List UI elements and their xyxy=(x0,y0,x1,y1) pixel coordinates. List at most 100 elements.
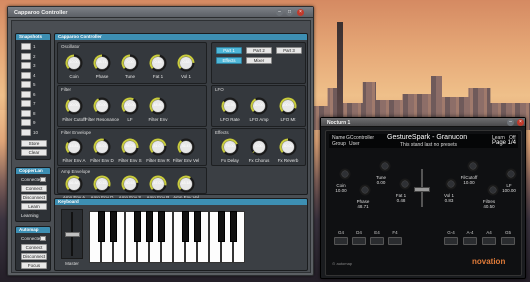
knob-amp-env-s[interactable]: 80.63Amp Env S xyxy=(119,174,141,200)
knob-fx-delay[interactable]: 75.00 Fx Delay xyxy=(220,137,240,163)
knob-lf[interactable]: 100.00 LF xyxy=(120,96,140,122)
nocturn-button[interactable] xyxy=(482,237,496,245)
knob-value: 100.00 xyxy=(282,103,294,107)
group-value: User xyxy=(349,141,360,147)
close-icon[interactable]: × xyxy=(297,9,304,16)
lfo-section: LFO 22.39 LFO Rate 10.00 LFO Amp 100.00 LFO M… xyxy=(211,85,306,127)
mixer-button[interactable]: Mixer xyxy=(246,57,272,64)
knob-filter-env[interactable]: 48.80 Filter Env xyxy=(148,96,168,122)
store-button[interactable]: Store xyxy=(21,140,47,147)
snapshot-button[interactable] xyxy=(21,71,31,79)
nocturn-titlebar[interactable]: Nocturn 1 – × xyxy=(321,118,525,127)
snapshot-number: 2 xyxy=(33,53,36,59)
nocturn-button[interactable] xyxy=(444,237,458,245)
knob-filter-env-r[interactable]: 81.07 Filter Env R xyxy=(146,137,170,163)
black-key[interactable] xyxy=(229,211,237,242)
nocturn-knob[interactable] xyxy=(378,159,392,173)
nocturn-button[interactable] xyxy=(334,237,348,245)
black-key[interactable] xyxy=(157,211,165,242)
snapshots-panel: Snapshots 1 2 3 4 5 6 7 8 9 10 Store Clear xyxy=(15,33,51,160)
knob-fx-reverb[interactable]: 50.00 Fx Reverb xyxy=(278,137,298,163)
knob-tune[interactable]: 0.00 Tune xyxy=(120,53,140,79)
knob-fx-chorus[interactable]: 0.00 Fx Chorus xyxy=(249,137,269,163)
black-key[interactable] xyxy=(97,211,105,242)
snapshot-button[interactable] xyxy=(21,90,31,98)
nocturn-button[interactable] xyxy=(352,237,366,245)
filter-title: Filter xyxy=(61,87,71,92)
nocturn-knob-value: 48.71 xyxy=(357,204,369,209)
nocturn-knob-value: 0.83 xyxy=(444,198,454,203)
snapshot-button[interactable] xyxy=(21,109,31,117)
snapshot-number: 10 xyxy=(33,129,39,135)
maximize-icon[interactable]: □ xyxy=(286,9,293,16)
patch-title: GestureSpark - Granucon xyxy=(387,134,468,141)
snapshot-button[interactable] xyxy=(21,81,31,88)
keyboard-panel: Keyboard Master xyxy=(54,198,308,271)
nocturn-button[interactable] xyxy=(463,237,477,245)
nocturn-knob[interactable] xyxy=(358,183,372,197)
patch-subtitle: This stand last no presets xyxy=(400,142,457,148)
minimize-icon[interactable]: – xyxy=(507,119,514,126)
close-icon[interactable]: × xyxy=(517,119,524,126)
copperlan-disconnect-button[interactable]: Disconnect xyxy=(21,194,47,201)
knob-coin[interactable]: 10.00 Coin xyxy=(64,53,84,79)
snapshot-button[interactable] xyxy=(21,43,31,50)
master-label: Master xyxy=(65,261,79,266)
copperlan-connect-button[interactable]: Connect xyxy=(21,185,47,192)
knob-filter-cutoff[interactable]: 20.00 Filter Cutoff xyxy=(62,96,86,122)
nocturn-knob[interactable] xyxy=(466,159,480,173)
knob-lfo-rate[interactable]: 22.39 LFO Rate xyxy=(220,96,240,122)
snapshot-button[interactable] xyxy=(21,62,31,69)
learn-mode-button[interactable]: Learn Mode xyxy=(21,203,47,215)
effects-button[interactable]: Effects xyxy=(216,57,242,64)
knob-value: 50.00 xyxy=(283,144,293,148)
nocturn-button-label: G-4 xyxy=(447,230,455,235)
knob-vol-1[interactable]: 0.83 Vol 1 xyxy=(176,53,196,79)
nocturn-knob[interactable] xyxy=(338,167,352,181)
nocturn-button-label: A-4 xyxy=(466,230,474,235)
nocturn-knob[interactable] xyxy=(504,167,518,181)
effects-section: Effects 75.00 Fx Delay 0.00 Fx Chorus 50.00 F… xyxy=(211,128,306,166)
snapshot-button[interactable] xyxy=(21,119,31,126)
knob-amp-env-a[interactable]: 66.88Amp Env A xyxy=(63,174,85,200)
nocturn-button[interactable] xyxy=(501,237,515,245)
knob-fat-1[interactable]: 0.48 Fat 1 xyxy=(148,53,168,79)
snapshot-number: 7 xyxy=(33,101,36,106)
automap-disconnect-button[interactable]: Disconnect xyxy=(21,253,47,260)
nocturn-knob[interactable] xyxy=(398,177,412,191)
knob-amp-env-d[interactable]: 90.22Amp Env D xyxy=(91,174,113,200)
black-key[interactable] xyxy=(217,211,225,242)
knob-phase[interactable]: 48.71 Phase xyxy=(92,53,112,79)
master-slider-handle[interactable] xyxy=(65,232,80,237)
automap-connect-button[interactable]: Connect xyxy=(21,244,47,251)
knob-filter-resonance[interactable]: 40.00 Filter Resonance xyxy=(85,96,119,122)
knob-filter-env-a[interactable]: 15.81 Filter Env A xyxy=(62,137,86,163)
knob-filter-env-s[interactable]: 86.03 Filter Env S xyxy=(118,137,142,163)
minimize-icon[interactable]: – xyxy=(276,9,283,16)
nocturn-button[interactable] xyxy=(370,237,384,245)
part2-button[interactable]: Part 2 xyxy=(246,47,272,54)
black-key[interactable] xyxy=(181,211,189,242)
black-key[interactable] xyxy=(133,211,141,242)
black-key[interactable] xyxy=(109,211,117,242)
knob-amp-env-vel[interactable]: 63.18Amp Env Vel xyxy=(173,174,199,200)
clear-button[interactable]: Clear xyxy=(21,149,47,156)
controller-titlebar[interactable]: Capparoo Controller – □ × xyxy=(8,7,313,18)
snapshot-button[interactable] xyxy=(21,128,31,136)
knob-amp-env-r[interactable]: 87.09Amp Env R xyxy=(147,174,169,200)
part1-button[interactable]: Part 1 xyxy=(216,47,242,54)
crossfader-handle[interactable] xyxy=(414,187,430,192)
focus-button[interactable]: Focus xyxy=(21,262,47,269)
black-key[interactable] xyxy=(145,211,153,242)
part3-button[interactable]: Part 3 xyxy=(276,47,302,54)
nocturn-button[interactable] xyxy=(388,237,402,245)
knob-lfo-mt[interactable]: 100.00 LFO Mt xyxy=(278,96,298,122)
snapshot-button[interactable] xyxy=(21,100,31,107)
nocturn-button-label: F4 xyxy=(392,230,398,235)
snapshot-button[interactable] xyxy=(21,52,31,60)
knob-lfo-amp[interactable]: 10.00 LFO Amp xyxy=(249,96,269,122)
black-key[interactable] xyxy=(193,211,201,242)
nocturn-window: Nocturn 1 – × Name GCcontroller Group Us… xyxy=(320,117,526,279)
knob-filter-env-d[interactable]: 55.01 Filter Env D xyxy=(90,137,114,163)
knob-filter-env-vel[interactable]: 36.47 Filter Env Vel xyxy=(173,137,199,163)
